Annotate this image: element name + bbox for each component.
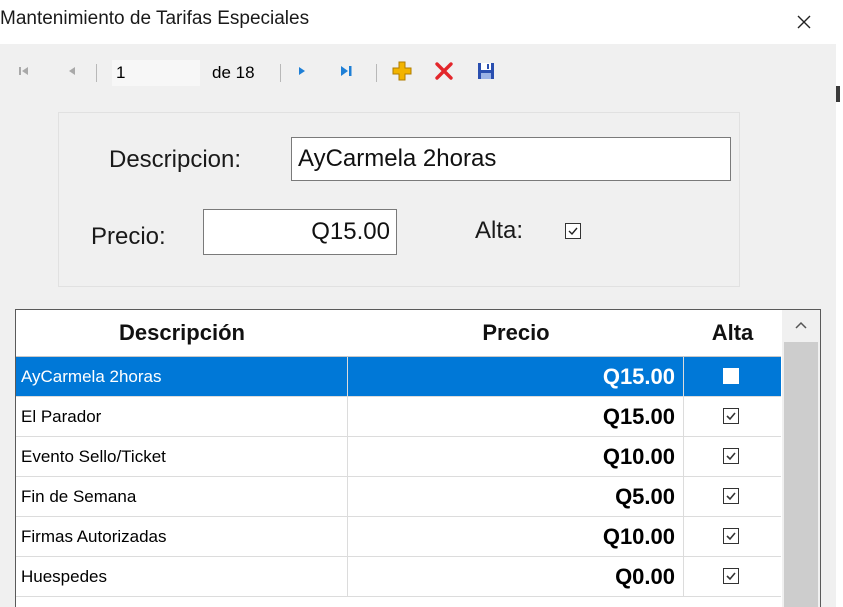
move-next-icon: [299, 67, 305, 75]
current-position-input[interactable]: [112, 60, 200, 86]
checkmark-icon: [726, 532, 736, 541]
checkmark-icon: [726, 492, 736, 501]
cell-descripcion: El Parador: [16, 397, 348, 436]
edit-form-panel: Descripcion: Precio: Alta:: [58, 112, 740, 287]
cell-precio: Q10.00: [348, 437, 684, 476]
cell-precio: Q10.00: [348, 517, 684, 556]
cell-precio: Q15.00: [348, 397, 684, 436]
move-last-icon: [341, 66, 352, 76]
delete-button[interactable]: [434, 60, 454, 82]
table-row[interactable]: Firmas Autorizadas Q10.00: [16, 517, 781, 557]
table-row[interactable]: El Parador Q15.00: [16, 397, 781, 437]
table-row[interactable]: Huespedes Q0.00: [16, 557, 781, 597]
total-count-label: de 18: [212, 63, 255, 82]
toolbar-separator: [96, 64, 97, 82]
toolbar-separator: [280, 64, 281, 82]
delete-icon: [435, 62, 453, 80]
checkmark-icon: [726, 372, 736, 381]
cell-precio: Q5.00: [348, 477, 684, 516]
column-header-precio[interactable]: Precio: [348, 310, 684, 356]
price-label: Precio:: [91, 223, 166, 250]
move-last-button[interactable]: [336, 60, 356, 82]
checkmark-icon: [726, 452, 736, 461]
save-icon: [478, 63, 494, 79]
cell-descripcion: Huespedes: [16, 557, 348, 596]
scroll-thumb[interactable]: [784, 342, 818, 607]
alta-checkbox-cell[interactable]: [723, 408, 739, 424]
move-previous-button[interactable]: [62, 60, 82, 82]
alta-checkbox-cell[interactable]: [723, 488, 739, 504]
alta-checkbox-cell[interactable]: [723, 568, 739, 584]
price-input[interactable]: [203, 209, 397, 255]
chevron-up-icon: [795, 321, 807, 329]
add-icon: [392, 61, 412, 81]
save-button[interactable]: [476, 60, 496, 82]
move-next-button[interactable]: [292, 60, 312, 82]
window-edge-mark: [836, 86, 840, 102]
scroll-up-button[interactable]: [782, 310, 820, 340]
alta-checkbox-cell[interactable]: [723, 368, 739, 384]
table-row[interactable]: Evento Sello/Ticket Q10.00: [16, 437, 781, 477]
cell-descripcion: Evento Sello/Ticket: [16, 437, 348, 476]
checkmark-icon: [568, 227, 578, 236]
table-row[interactable]: Fin de Semana Q5.00: [16, 477, 781, 517]
title-bar: Mantenimiento de Tarifas Especiales: [0, 0, 843, 44]
alta-label: Alta:: [475, 217, 524, 244]
move-first-icon: [19, 67, 28, 75]
checkmark-icon: [726, 572, 736, 581]
tariffs-grid: Descripción Precio Alta AyCarmela 2horas…: [15, 309, 821, 607]
cell-precio: Q15.00: [348, 357, 684, 396]
cell-descripcion: Firmas Autorizadas: [16, 517, 348, 556]
toolbar-separator: [376, 64, 377, 82]
window-title: Mantenimiento de Tarifas Especiales: [0, 8, 310, 29]
column-header-descripcion[interactable]: Descripción: [16, 310, 348, 356]
add-new-button[interactable]: [392, 60, 412, 82]
grid-header: Descripción Precio Alta: [16, 310, 781, 357]
cell-precio: Q0.00: [348, 557, 684, 596]
close-button[interactable]: [782, 4, 826, 40]
alta-checkbox-cell[interactable]: [723, 448, 739, 464]
move-previous-icon: [69, 67, 75, 75]
description-label: Descripcion:: [109, 146, 242, 173]
cell-descripcion: AyCarmela 2horas: [16, 357, 348, 396]
table-row[interactable]: AyCarmela 2horas Q15.00: [16, 357, 781, 397]
alta-checkbox-cell[interactable]: [723, 528, 739, 544]
move-first-button[interactable]: [14, 60, 34, 82]
column-header-alta[interactable]: Alta: [684, 310, 781, 356]
close-icon: [797, 15, 811, 29]
alta-checkbox[interactable]: [565, 223, 581, 239]
binding-navigator: de 18: [0, 50, 836, 94]
vertical-scrollbar[interactable]: [782, 310, 820, 607]
cell-descripcion: Fin de Semana: [16, 477, 348, 516]
checkmark-icon: [726, 412, 736, 421]
description-input[interactable]: [291, 137, 731, 181]
